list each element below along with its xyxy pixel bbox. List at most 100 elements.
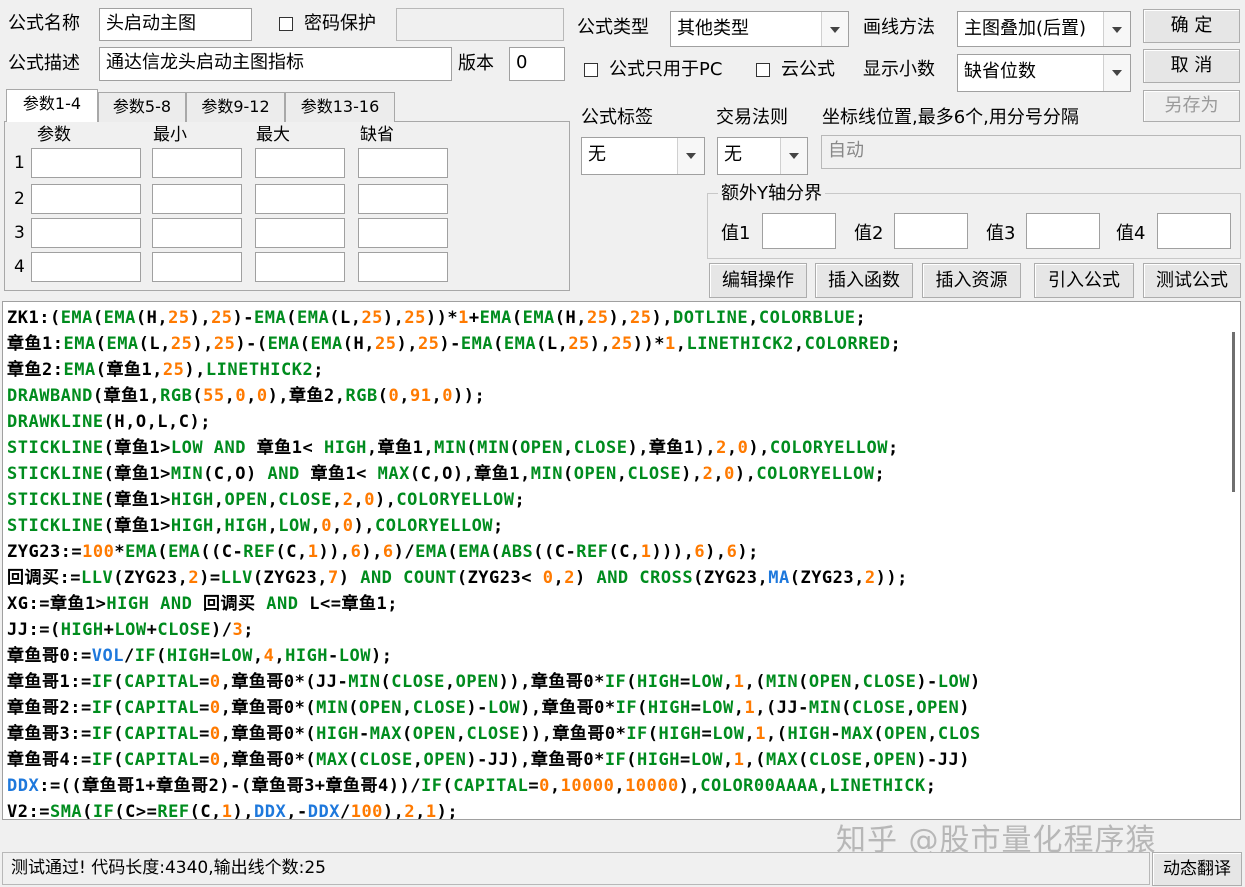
code-token: COLORBLUE [758, 308, 856, 328]
insert-resource-button[interactable]: 插入资源 [922, 263, 1021, 298]
code-token: COLORYELLOW [374, 516, 494, 536]
code-token: (C, [189, 802, 222, 820]
param-max-input[interactable] [255, 184, 345, 214]
code-token: AND [266, 594, 299, 614]
chevron-down-icon[interactable] [821, 12, 848, 46]
code-token: )- [232, 308, 255, 328]
code-token: )); [875, 568, 908, 588]
param-min-input[interactable] [152, 218, 242, 248]
code-token: 6 [726, 542, 738, 562]
param-min-input[interactable] [152, 148, 242, 178]
decimals-select[interactable]: 缺省位数 [957, 54, 1131, 92]
code-token: 章鱼2: [7, 360, 64, 380]
code-token: 25 [404, 308, 426, 328]
param-name-input[interactable] [31, 218, 141, 248]
code-token: ))* [632, 334, 665, 354]
yaxis-value1-input[interactable] [762, 213, 836, 249]
param-default-input[interactable] [358, 218, 448, 248]
code-token: 0 [539, 776, 550, 796]
param-default-input[interactable] [358, 184, 448, 214]
code-token: 章鱼哥2:= [7, 698, 92, 718]
save-as-button[interactable]: 另存为 [1143, 90, 1240, 122]
param-max-input[interactable] [255, 252, 345, 282]
coord-input[interactable]: 自动 [821, 135, 1241, 169]
code-token: HIGH [170, 490, 214, 510]
yaxis-value3-input[interactable] [1026, 213, 1100, 249]
code-token: ( [192, 386, 204, 406]
yaxis-value4-input[interactable] [1157, 213, 1231, 249]
scrollbar-thumb[interactable] [1232, 332, 1235, 492]
code-token: ), [232, 802, 255, 820]
param-name-input[interactable] [31, 148, 141, 178]
param-max-input[interactable] [255, 148, 345, 178]
tab-params-1-4[interactable]: 参数1-4 [6, 89, 98, 122]
chevron-down-icon[interactable] [780, 138, 807, 174]
chevron-down-icon[interactable] [1103, 55, 1130, 91]
code-token: EMA [297, 308, 330, 328]
code-token: ( [511, 308, 523, 328]
code-token: LOW [690, 672, 723, 692]
tag-select[interactable]: 无 [581, 137, 705, 175]
code-token: ; [493, 516, 504, 536]
cancel-button[interactable]: 取 消 [1143, 49, 1240, 83]
version-input[interactable]: 0 [509, 47, 565, 81]
code-token: EMA [168, 542, 201, 562]
code-token: 2 [716, 438, 727, 458]
code-token: ( [637, 698, 648, 718]
code-token: ( [113, 750, 124, 770]
insert-function-button[interactable]: 插入函数 [815, 263, 913, 298]
code-editor[interactable]: ZK1:(EMA(EMA(H,25),25)-EMA(EMA(L,25),25)… [2, 301, 1241, 820]
code-line: ZYG23:=100*EMA(EMA((C-REF(C,1)),6),6)/EM… [7, 539, 1220, 565]
code-token: , [331, 516, 343, 536]
code-token: (H,O,L,C); [103, 412, 211, 432]
draw-method-select[interactable]: 主图叠加(后置) [957, 11, 1131, 47]
code-token: ((C- [200, 542, 244, 562]
trade-rule-select[interactable]: 无 [717, 137, 808, 175]
pc-only-checkbox[interactable] [584, 63, 598, 77]
code-token: 回调买:= [7, 568, 81, 588]
ok-button[interactable]: 确 定 [1143, 9, 1240, 43]
import-formula-button[interactable]: 引入公式 [1034, 263, 1134, 298]
tab-params-5-8[interactable]: 参数5-8 [98, 92, 186, 122]
formula-desc-input[interactable]: 通达信龙头启动主图指标 [99, 47, 452, 81]
param-default-input[interactable] [358, 252, 448, 282]
formula-type-select[interactable]: 其他类型 [670, 11, 849, 47]
param-min-input[interactable] [152, 184, 242, 214]
code-token: :=((章鱼哥1+章鱼哥2)-(章鱼哥3+章鱼哥4))/ [39, 776, 421, 796]
edit-ops-button[interactable]: 编辑操作 [709, 263, 807, 298]
code-token: ; [313, 360, 324, 380]
dynamic-translate-button[interactable]: 动态翻译 [1152, 852, 1242, 886]
code-token: SMA [49, 802, 83, 820]
tab-params-9-12[interactable]: 参数9-12 [186, 92, 285, 122]
password-input[interactable] [396, 8, 564, 41]
code-token: )= [199, 568, 221, 588]
code-token: STICKLINE [7, 438, 104, 458]
code-token: 1 [307, 542, 319, 562]
coord-label: 坐标线位置,最多6个,用分号分隔 [822, 107, 1079, 128]
test-formula-button[interactable]: 测试公式 [1143, 263, 1241, 298]
code-token: , [274, 646, 286, 666]
yaxis-group-label: 额外Y轴分界 [718, 181, 825, 207]
code-token: 章鱼1< [246, 438, 324, 458]
code-token: ( [113, 724, 124, 744]
formula-name-input[interactable]: 头启动主图 [99, 8, 252, 41]
code-token: ), [189, 308, 212, 328]
vertical-scrollbar[interactable] [1222, 302, 1240, 819]
tab-params-13-16[interactable]: 参数13-16 [285, 92, 395, 122]
param-name-input[interactable] [31, 252, 141, 282]
yaxis-value2-input[interactable] [894, 213, 968, 249]
param-min-input[interactable] [152, 252, 242, 282]
chevron-down-icon[interactable] [1103, 12, 1130, 46]
param-max-input[interactable] [255, 218, 345, 248]
code-token: OPEN [455, 672, 499, 692]
code-token: ), [681, 464, 703, 484]
param-default-input[interactable] [358, 148, 448, 178]
cloud-checkbox[interactable] [756, 63, 770, 77]
code-token: , [733, 698, 745, 718]
chevron-down-icon[interactable] [677, 138, 704, 174]
code-token: ( [113, 672, 124, 692]
code-token: EMA [479, 308, 512, 328]
code-token: (章鱼1> [103, 464, 171, 484]
password-checkbox[interactable] [279, 17, 293, 31]
param-name-input[interactable] [31, 184, 141, 214]
